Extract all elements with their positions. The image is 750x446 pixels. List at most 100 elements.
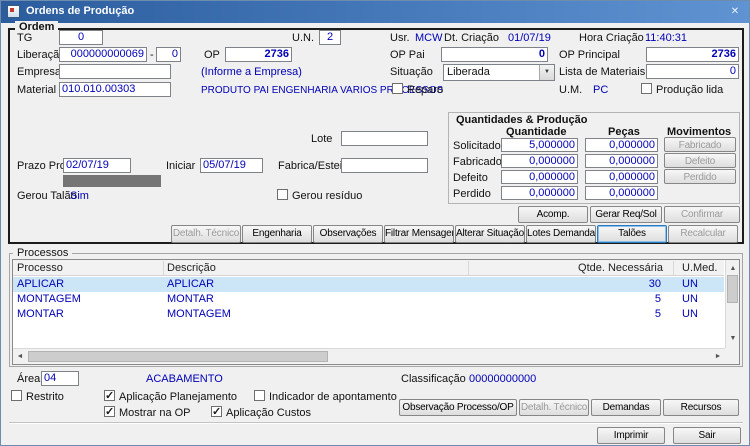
confirmar-button: Confirmar (664, 206, 740, 223)
gerou-residuo-label: Gerou resíduo (292, 190, 362, 202)
solicitado-label: Solicitado (453, 140, 501, 152)
classificacao-value: 00000000000 (469, 373, 536, 385)
processos-title: Processos (13, 247, 72, 259)
fabrica-esteira-field[interactable] (341, 158, 428, 173)
table-row[interactable]: MONTAGEM MONTAR 5 UN (13, 292, 724, 307)
movimento-fabricado-button: Fabricado (664, 137, 736, 152)
cell-descricao: MONTAR (167, 293, 214, 305)
scroll-down-icon[interactable]: ▼ (726, 332, 740, 346)
um-value: PC (593, 84, 608, 96)
fabricado-quantidade-field[interactable]: 0,000000 (501, 154, 578, 168)
col-processo: Processo (17, 262, 63, 274)
liberacao-seq-field[interactable]: 0 (156, 47, 181, 62)
toolbar-lotes-demandas-button[interactable]: Lotes Demandas (526, 225, 596, 243)
usr-value: MCW (415, 32, 443, 44)
cell-umed: UN (682, 308, 698, 320)
liberacao-separator: - (150, 49, 154, 61)
op-pai-field[interactable]: 0 (441, 47, 548, 62)
empresa-field[interactable] (59, 64, 171, 79)
op-field[interactable]: 2736 (225, 47, 292, 62)
perdido-label: Perdido (453, 188, 491, 200)
prazo-progr-field[interactable]: 02/07/19 (63, 158, 131, 173)
fabricado-pecas-field[interactable]: 0,000000 (585, 154, 658, 168)
empresa-label: Empresa (17, 66, 61, 78)
restrito-checkbox[interactable] (11, 390, 22, 401)
aplicacao-custos-checkbox[interactable] (211, 406, 222, 417)
situacao-combo-value: Liberada (447, 66, 490, 78)
scroll-up-icon[interactable]: ▲ (726, 262, 740, 276)
tg-field[interactable]: 0 (59, 30, 103, 45)
cell-qtde: 5 (483, 293, 661, 305)
hora-criacao-label: Hora Criação (579, 32, 644, 44)
cell-qtde: 5 (483, 308, 661, 320)
toolbar-detalh-tecnico-button: Detalh. Técnico (171, 225, 241, 243)
toolbar-alterar-situacao-button[interactable]: Alterar Situação (455, 225, 525, 243)
defeito-quantidade-field[interactable]: 0,000000 (501, 170, 578, 184)
um-label: U.M. (559, 84, 582, 96)
aplicacao-planejamento-label: Aplicação Planejamento (119, 391, 237, 403)
op-principal-field[interactable]: 2736 (646, 47, 739, 62)
ordens-producao-window: Ordens de Produção ✕ Ordem TG 0 U.N. 2 U… (0, 0, 750, 446)
aplicacao-planejamento-checkbox[interactable] (104, 390, 115, 401)
op-label: OP (204, 49, 220, 61)
reparo-checkbox[interactable] (392, 83, 403, 94)
toolbar-observacoes-button[interactable]: Observações (313, 225, 383, 243)
scroll-left-icon[interactable]: ◄ (13, 350, 27, 364)
situacao-combo[interactable]: Liberada ▼ (443, 64, 555, 81)
col-quantidade: Quantidade (506, 126, 567, 138)
prazo-dark-field (63, 175, 161, 187)
iniciar-label: Iniciar (166, 160, 195, 172)
lista-materiais-field[interactable]: 0 (646, 64, 739, 79)
cell-processo: APLICAR (17, 278, 64, 290)
toolbar-engenharia-button[interactable]: Engenharia (242, 225, 312, 243)
situacao-label: Situação (390, 66, 433, 78)
op-pai-label: OP Pai (390, 49, 425, 61)
demandas-button[interactable]: Demandas (591, 399, 661, 416)
area-label: Área (17, 373, 40, 385)
area-field[interactable]: 04 (41, 371, 79, 386)
horizontal-scrollbar[interactable]: ◄ ► (13, 348, 725, 364)
scroll-right-icon[interactable]: ► (711, 350, 725, 364)
area-descricao: ACABAMENTO (146, 373, 223, 385)
iniciar-field[interactable]: 05/07/19 (200, 158, 263, 173)
acomp-button[interactable]: Acomp. (518, 206, 588, 223)
horizontal-scrollbar-thumb[interactable] (28, 351, 328, 362)
liberacao-field[interactable]: 000000000069 (59, 47, 147, 62)
gerou-residuo-checkbox[interactable] (277, 189, 288, 200)
lote-label: Lote (311, 133, 332, 145)
defeito-pecas-field[interactable]: 0,000000 (585, 170, 658, 184)
solicitado-pecas-field[interactable]: 0,000000 (585, 138, 658, 152)
vertical-scrollbar-thumb[interactable] (727, 275, 738, 303)
chevron-down-icon[interactable]: ▼ (539, 65, 554, 80)
mostrar-na-op-checkbox[interactable] (104, 406, 115, 417)
vertical-scrollbar[interactable]: ▲ ▼ (725, 260, 739, 348)
dt-criacao-value: 01/07/19 (508, 32, 551, 44)
cell-descricao: APLICAR (167, 278, 214, 290)
recursos-button[interactable]: Recursos (663, 399, 739, 416)
app-icon (7, 5, 20, 18)
perdido-pecas-field[interactable]: 0,000000 (585, 186, 658, 200)
close-icon[interactable]: ✕ (726, 4, 744, 19)
gerar-req-sol-button[interactable]: Gerar Req/Sol (590, 206, 662, 223)
imprimir-button[interactable]: Imprimir (597, 427, 665, 444)
indicador-apontamento-checkbox[interactable] (254, 390, 265, 401)
toolbar-filtrar-mensagens-button[interactable]: Filtrar Mensagens (384, 225, 454, 243)
table-row[interactable]: APLICAR APLICAR 30 UN (13, 277, 724, 292)
table-row[interactable]: MONTAR MONTAGEM 5 UN (13, 307, 724, 322)
cell-processo: MONTAGEM (17, 293, 81, 305)
sair-button[interactable]: Sair (673, 427, 741, 444)
restrito-label: Restrito (26, 391, 64, 403)
solicitado-quantidade-field[interactable]: 5,000000 (501, 138, 578, 152)
mostrar-na-op-label: Mostrar na OP (119, 407, 191, 419)
toolbar-taloes-button[interactable]: Talões (597, 225, 667, 243)
cell-qtde: 30 (483, 278, 661, 290)
aplicacao-custos-label: Aplicação Custos (226, 407, 311, 419)
fabricado-label: Fabricado (453, 156, 502, 168)
lote-field[interactable] (341, 131, 428, 146)
observacao-processo-op-button[interactable]: Observação Processo/OP (399, 399, 517, 416)
tg-label: TG (17, 32, 32, 44)
perdido-quantidade-field[interactable]: 0,000000 (501, 186, 578, 200)
producao-lida-checkbox[interactable] (641, 83, 652, 94)
material-field[interactable]: 010.010.00303 (59, 82, 171, 97)
un-field[interactable]: 2 (319, 30, 341, 45)
